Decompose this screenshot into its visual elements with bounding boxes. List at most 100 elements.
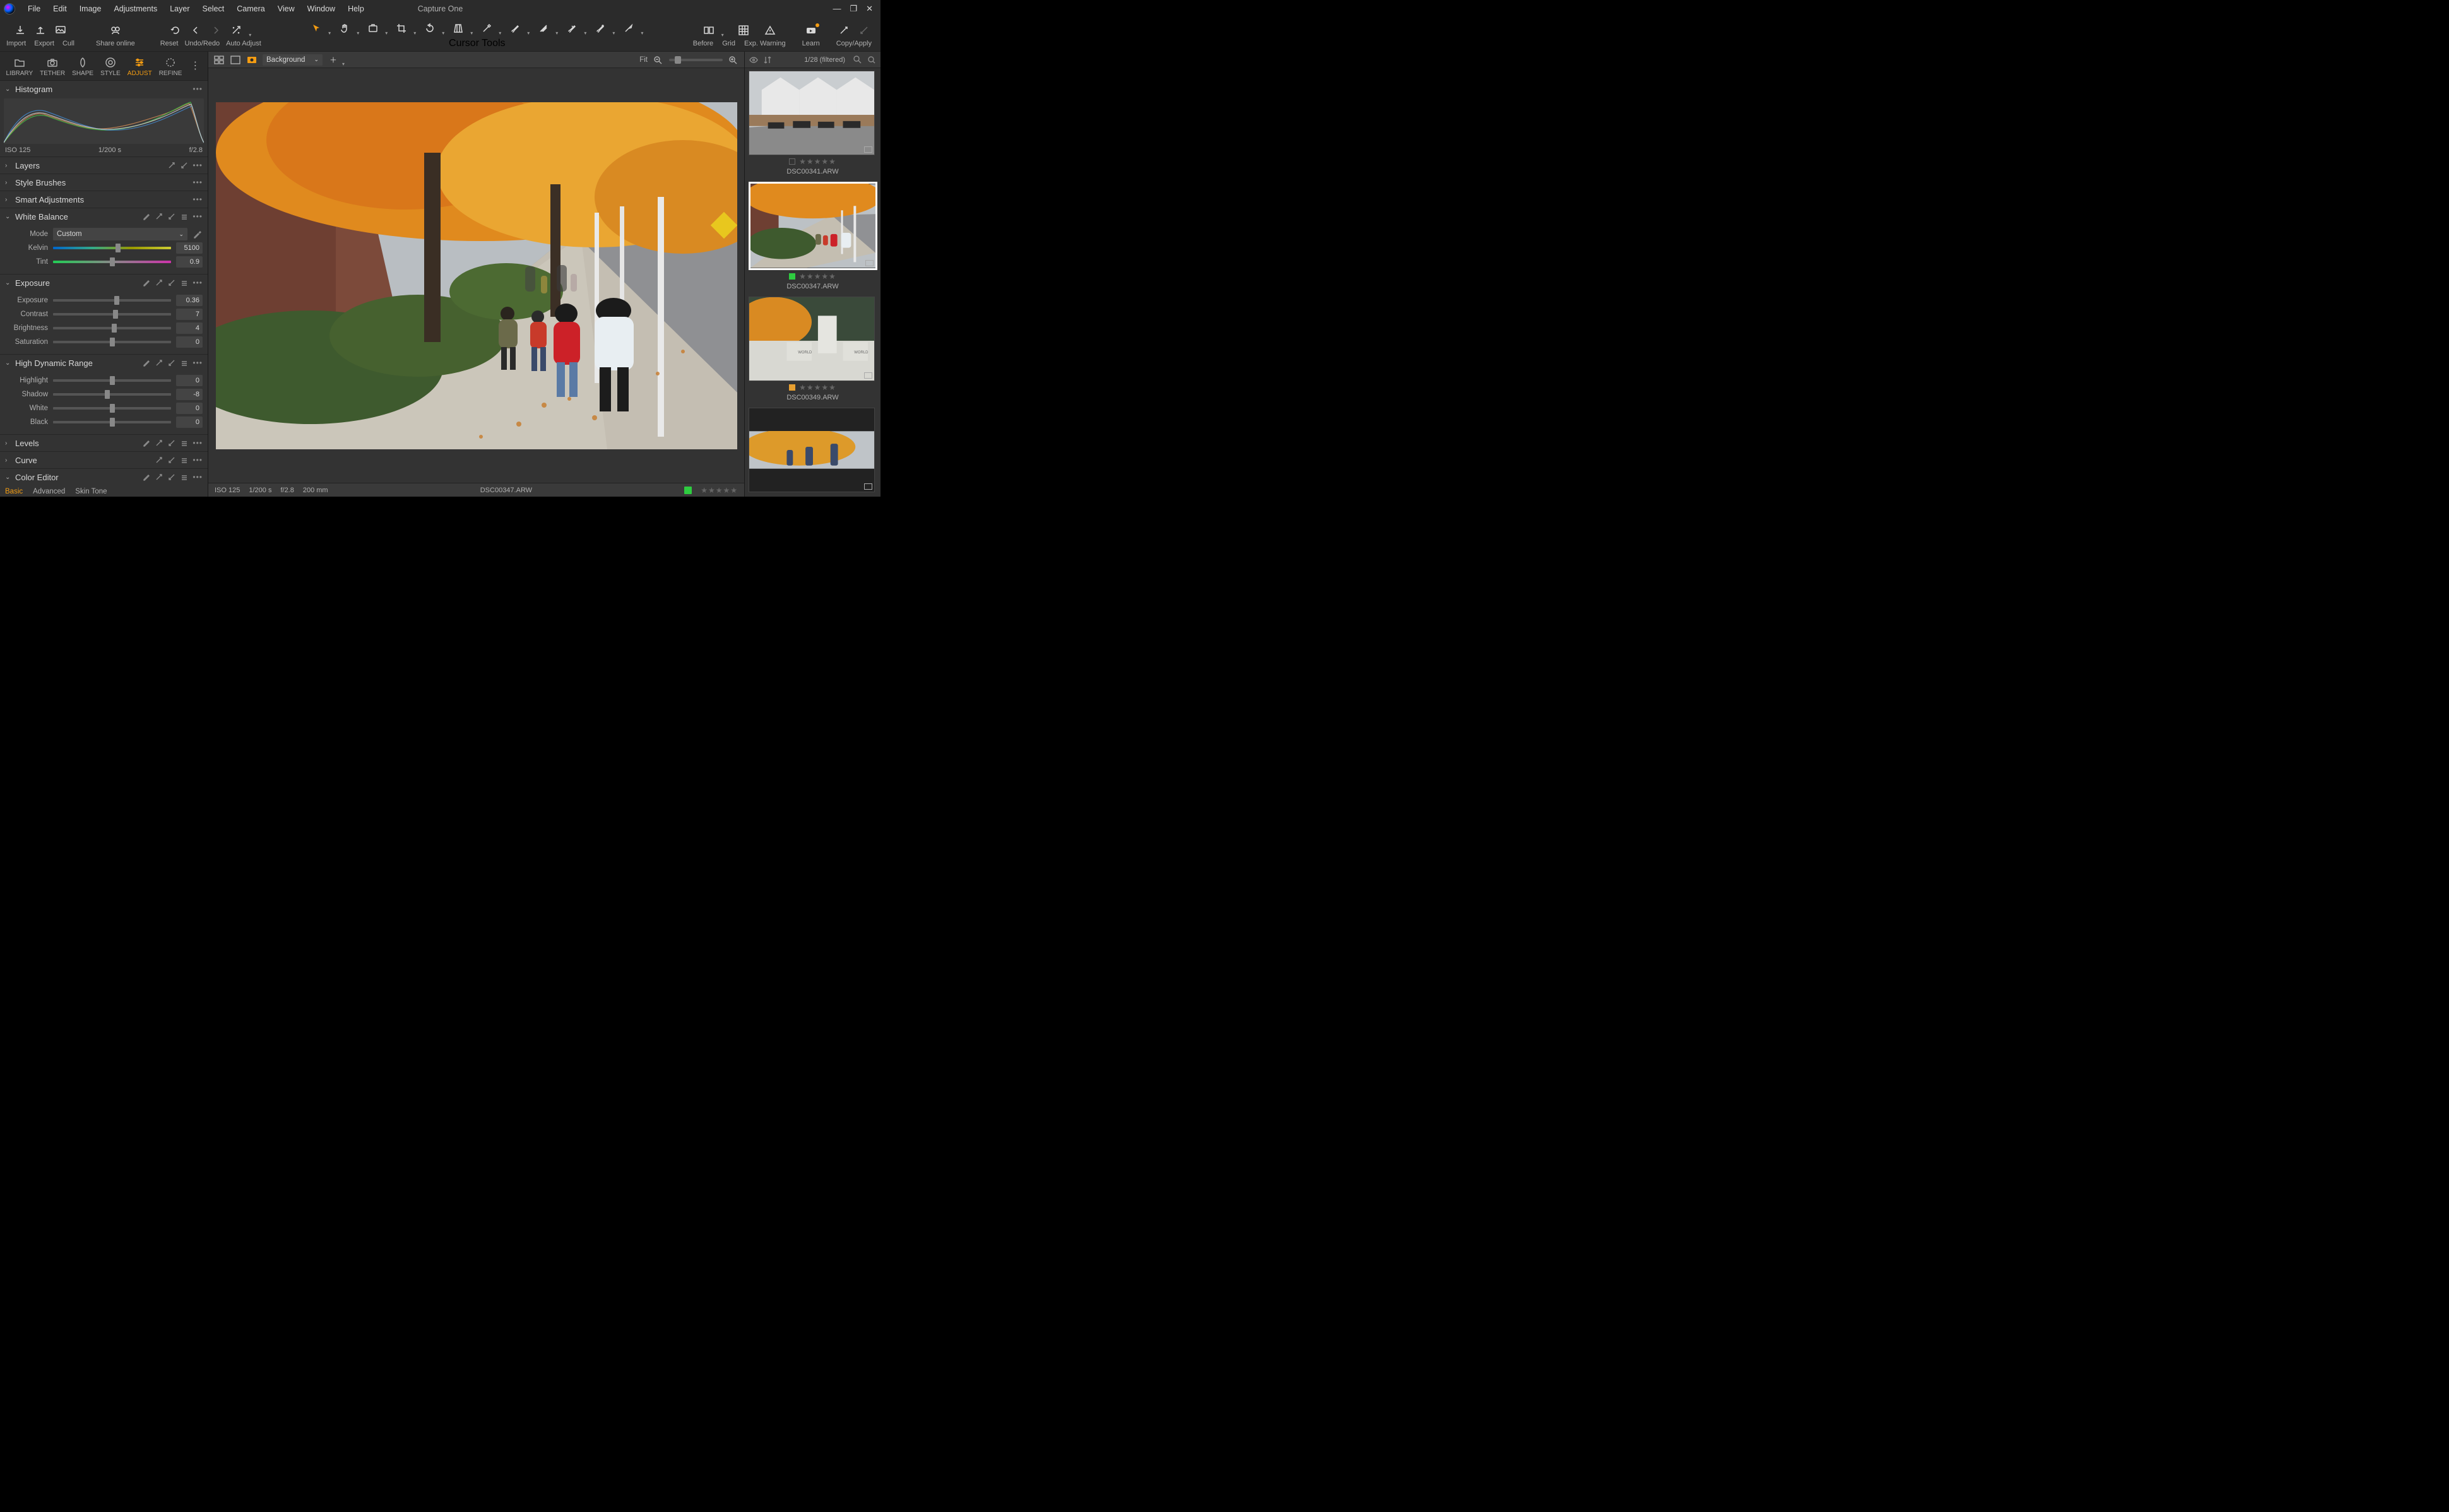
zoom-in-icon[interactable] <box>728 55 739 65</box>
apply-local-icon[interactable] <box>167 278 176 287</box>
coloreditor-tab-skintone[interactable]: Skin Tone <box>75 488 107 495</box>
pencil-icon[interactable] <box>142 439 151 447</box>
menu-file[interactable]: File <box>21 2 47 16</box>
rotate-icon[interactable] <box>424 23 436 34</box>
zoom-out-icon[interactable] <box>653 55 664 65</box>
multi-view-icon[interactable] <box>213 55 225 65</box>
panel-menu-icon[interactable]: ••• <box>193 178 203 187</box>
cull-icon[interactable] <box>55 25 66 36</box>
coloreditor-tab-basic[interactable]: Basic <box>5 488 23 495</box>
add-layer-icon[interactable]: ＋ <box>328 55 339 65</box>
maximize-icon[interactable]: ❐ <box>850 4 857 14</box>
panel-menu-icon[interactable]: ••• <box>193 85 203 93</box>
hdr-black-value[interactable]: 0 <box>176 416 203 428</box>
thumbnail-card[interactable]: ★★★★★DSC00347.ARW <box>749 182 877 290</box>
chevron-down-icon[interactable]: ⌄ <box>5 474 11 481</box>
exposure-brightness-slider[interactable] <box>53 327 171 329</box>
color-tag-icon[interactable] <box>684 487 692 494</box>
chevron-down-icon[interactable]: ⌄ <box>5 280 11 286</box>
hand-icon[interactable] <box>339 23 350 34</box>
export-icon[interactable] <box>35 25 46 36</box>
wb-kelvin-slider[interactable] <box>53 247 171 249</box>
rating-stars[interactable]: ★★★★★ <box>701 486 738 495</box>
tab-adjust[interactable]: ADJUST <box>126 55 153 79</box>
zoom-slider[interactable] <box>669 59 723 61</box>
redo-icon[interactable] <box>210 25 222 36</box>
exposure-saturation-slider[interactable] <box>53 341 171 343</box>
hdr-highlight-slider[interactable] <box>53 379 171 382</box>
exposure-contrast-slider[interactable] <box>53 313 171 316</box>
apply-local-icon[interactable] <box>167 473 176 481</box>
pencil-icon[interactable] <box>142 212 151 221</box>
zoom-thumb-icon[interactable] <box>853 55 863 65</box>
tab-refine[interactable]: REFINE <box>158 55 184 79</box>
thumbnail-browser[interactable]: ★★★★★DSC00341.ARW★★★★★DSC00347.ARWWORLDW… <box>745 68 881 497</box>
wb-kelvin-value[interactable]: 5100 <box>176 242 203 254</box>
search-icon[interactable] <box>867 55 877 65</box>
loupe-icon[interactable] <box>367 23 379 34</box>
copy-local-icon[interactable] <box>155 278 163 287</box>
hdr-highlight-value[interactable]: 0 <box>176 375 203 386</box>
image-viewport[interactable] <box>208 68 744 483</box>
wb-tint-value[interactable]: 0.9 <box>176 256 203 268</box>
chevron-right-icon[interactable]: › <box>5 440 11 447</box>
copy-local-icon[interactable] <box>155 212 163 221</box>
tab-library[interactable]: LIBRARY <box>5 55 35 79</box>
apply-icon[interactable] <box>858 25 870 36</box>
keystone-icon[interactable] <box>453 23 464 34</box>
thumbnail-card[interactable]: WORLDWORLD★★★★★DSC00349.ARW <box>749 297 877 401</box>
menu-select[interactable]: Select <box>196 2 231 16</box>
wb-tint-slider[interactable] <box>53 261 171 263</box>
chevron-right-icon[interactable]: › <box>5 196 11 203</box>
autoadjust-icon[interactable] <box>230 25 242 36</box>
panel-menu-icon[interactable]: ••• <box>193 358 203 367</box>
exposure-exposure-value[interactable]: 0.36 <box>176 295 203 306</box>
apply-local-icon[interactable] <box>167 456 176 464</box>
thumb-color-tag[interactable] <box>789 158 795 165</box>
expwarning-icon[interactable] <box>764 25 776 36</box>
undo-icon[interactable] <box>190 25 201 36</box>
panel-menu-icon[interactable]: ••• <box>193 278 203 287</box>
thumb-rating[interactable]: ★★★★★ <box>799 383 836 392</box>
menu-edit[interactable]: Edit <box>47 2 73 16</box>
thumbnail-card[interactable]: ★★★★★DSC00341.ARW <box>749 71 877 175</box>
reset-local-icon[interactable] <box>180 473 189 481</box>
eraser-icon[interactable] <box>566 23 578 34</box>
coloreditor-tab-advanced[interactable]: Advanced <box>33 488 65 495</box>
copy-local-icon[interactable] <box>155 473 163 481</box>
close-icon[interactable]: ✕ <box>866 4 873 14</box>
menu-camera[interactable]: Camera <box>230 2 271 16</box>
chevron-down-icon[interactable]: ⌄ <box>5 213 11 220</box>
menu-image[interactable]: Image <box>73 2 108 16</box>
thumbnail-card[interactable] <box>749 408 877 492</box>
copy-local-icon[interactable] <box>155 456 163 464</box>
pencil-icon[interactable] <box>142 358 151 367</box>
tab-style[interactable]: STYLE <box>99 55 122 79</box>
chevron-down-icon[interactable]: ⌄ <box>5 86 11 93</box>
apply-local-icon[interactable] <box>180 161 189 170</box>
before-icon[interactable] <box>703 25 715 36</box>
reset-local-icon[interactable] <box>180 456 189 464</box>
hdr-black-slider[interactable] <box>53 421 171 423</box>
panel-menu-icon[interactable]: ••• <box>193 195 203 204</box>
share-icon[interactable] <box>110 25 121 36</box>
brush-icon[interactable] <box>509 23 521 34</box>
sort-icon[interactable] <box>762 55 773 65</box>
single-view-icon[interactable] <box>230 55 241 65</box>
copy-local-icon[interactable] <box>155 439 163 447</box>
hdr-white-value[interactable]: 0 <box>176 403 203 414</box>
apply-local-icon[interactable] <box>167 439 176 447</box>
heal-icon[interactable] <box>595 23 606 34</box>
hdr-white-slider[interactable] <box>53 407 171 410</box>
eyedropper-icon[interactable] <box>193 229 203 239</box>
apply-local-icon[interactable] <box>167 212 176 221</box>
pencil-icon[interactable] <box>142 278 151 287</box>
chevron-right-icon[interactable]: › <box>5 457 11 464</box>
pointer-icon[interactable] <box>311 23 322 34</box>
menu-adjustments[interactable]: Adjustments <box>107 2 163 16</box>
pencil-icon[interactable] <box>142 473 151 481</box>
tab-shape[interactable]: SHAPE <box>71 55 95 79</box>
hdr-shadow-slider[interactable] <box>53 393 171 396</box>
chevron-right-icon[interactable]: › <box>5 179 11 186</box>
wb-mode-select[interactable]: Custom⌄ <box>53 228 187 240</box>
